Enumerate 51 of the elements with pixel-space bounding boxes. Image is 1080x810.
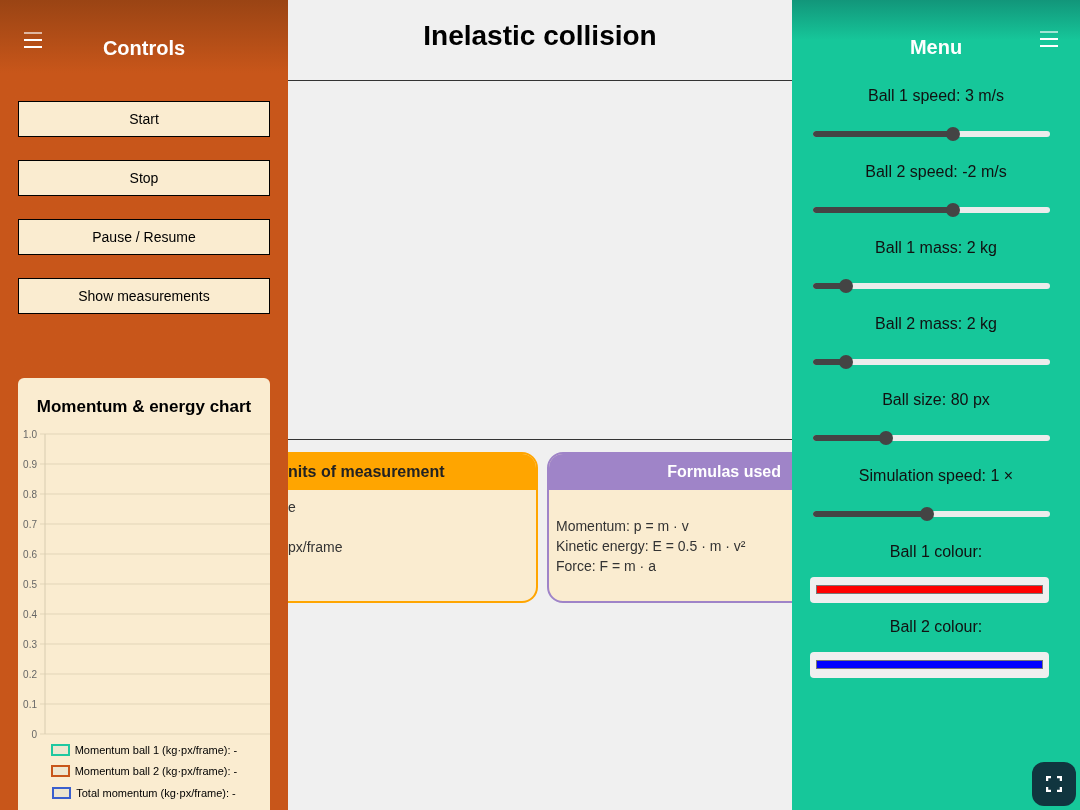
control-button[interactable]: Start (18, 101, 270, 137)
colour-label: Ball 1 colour: (889, 542, 983, 562)
legend-swatch[interactable] (52, 786, 72, 799)
legend-label: Momentum ball 1 (kg·px/frame): - (74, 742, 238, 758)
y-tick-label: 0.6 (23, 548, 38, 560)
y-tick-label: 0.3 (23, 638, 38, 650)
y-tick-label: 0.5 (23, 578, 38, 590)
y-tick-label: 0 (31, 728, 38, 740)
card-text: Kinetic energy: E = 0.5 · m · v² (556, 537, 747, 556)
slider-label: Ball 1 mass: 2 kg (875, 238, 997, 258)
fullscreen-button[interactable] (1032, 762, 1076, 806)
page-title: Inelastic collision (423, 19, 657, 53)
menu-icon[interactable] (24, 32, 42, 48)
slider-label: Ball 1 speed: 3 m/s (867, 86, 1005, 106)
control-button[interactable]: Pause / Resume (18, 219, 270, 255)
colour-picker[interactable] (810, 576, 1049, 603)
y-tick-label: 0.1 (23, 698, 38, 710)
control-button[interactable]: Stop (18, 160, 270, 196)
slider[interactable] (813, 278, 1050, 294)
y-tick-label: 0.4 (23, 608, 38, 620)
card-title: nits of measurement (288, 462, 445, 482)
y-tick-label: 0.8 (23, 488, 38, 500)
slider-label: Ball size: 80 px (882, 390, 990, 410)
legend-swatch[interactable] (50, 743, 70, 756)
legend-label: Momentum ball 2 (kg·px/frame): - (74, 764, 238, 779)
panel-title: Menu (909, 35, 963, 60)
y-tick-label: 0.2 (23, 668, 38, 680)
card-text: Force: F = m · a (556, 557, 657, 576)
y-tick-label: 1.0 (23, 428, 38, 440)
slider[interactable] (813, 354, 1050, 370)
colour-label: Ball 2 colour: (889, 617, 983, 637)
slider-label: Ball 2 speed: -2 m/s (865, 162, 1007, 182)
slider[interactable] (813, 202, 1050, 218)
card-text: Momentum: p = m · v (556, 517, 690, 536)
slider[interactable] (813, 430, 1050, 446)
y-tick-label: 0.9 (23, 458, 38, 470)
y-tick-label: 0.7 (23, 518, 38, 530)
card-text: px/frame (288, 538, 344, 557)
slider-label: Simulation speed: 1 × (858, 466, 1014, 486)
legend-swatch[interactable] (50, 765, 70, 778)
control-button[interactable]: Show measurements (18, 278, 270, 314)
slider[interactable] (813, 506, 1050, 522)
card-text: e (288, 498, 297, 517)
panel-title: Controls (102, 36, 186, 61)
slider[interactable] (813, 126, 1050, 142)
colour-picker[interactable] (810, 651, 1049, 678)
fullscreen-icon (1046, 776, 1062, 792)
card-title: Formulas used (667, 462, 781, 482)
slider-label: Ball 2 mass: 2 kg (875, 314, 997, 334)
chart-title: Momentum & energy chart (35, 396, 253, 418)
legend-label: Total momentum (kg·px/frame): - (76, 785, 236, 801)
